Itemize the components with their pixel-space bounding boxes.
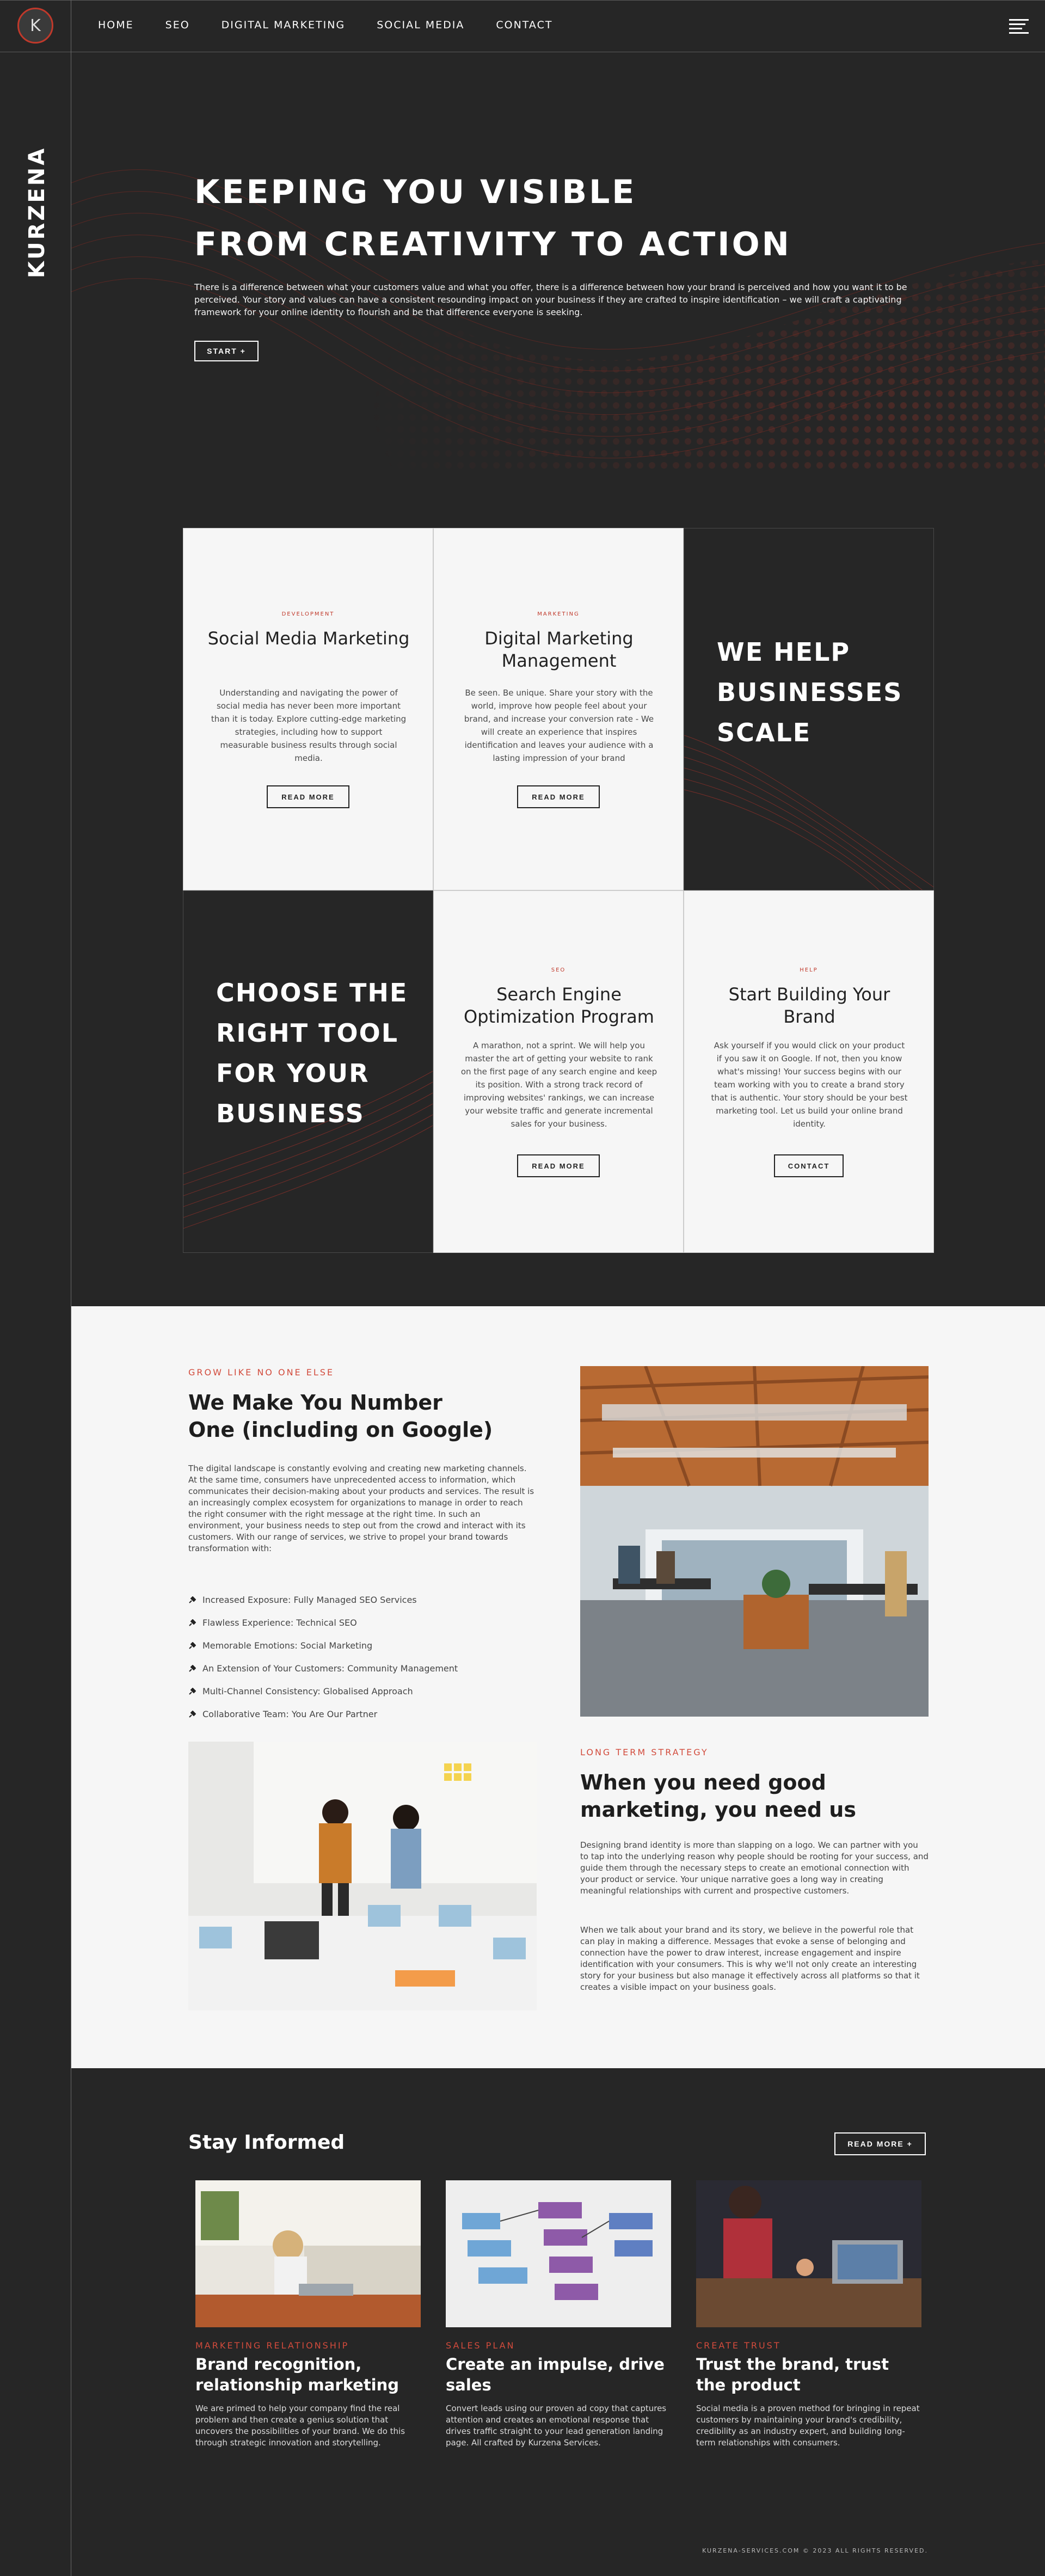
- pin-icon: [188, 1596, 196, 1603]
- post-thumbnail[interactable]: [195, 2180, 421, 2327]
- list-item: Memorable Emotions: Social Marketing: [188, 1634, 458, 1657]
- service-card-seo: SEO Search Engine Optimization Program A…: [433, 890, 684, 1253]
- list-item: Increased Exposure: Fully Managed SEO Se…: [188, 1588, 458, 1611]
- blog-post[interactable]: SALES PLAN Create an impulse, drive sale…: [446, 2180, 671, 2449]
- hero-title-line1: KEEPING YOU VISIBLE: [194, 173, 637, 211]
- office-photo: [580, 1366, 929, 1717]
- read-more-button[interactable]: READ MORE: [267, 785, 349, 808]
- nav-contact[interactable]: CONTACT: [496, 19, 552, 31]
- benefit-list: Increased Exposure: Fully Managed SEO Se…: [188, 1588, 458, 1725]
- list-item-text: Increased Exposure: Fully Managed SEO Se…: [202, 1594, 417, 1605]
- list-item: Collaborative Team: You Are Our Partner: [188, 1702, 458, 1725]
- hero-description: There is a difference between what your …: [194, 282, 907, 317]
- card-title: Digital Marketing Management: [484, 628, 634, 671]
- post-description: Social media is a proven method for brin…: [696, 2403, 920, 2448]
- list-item-text: Collaborative Team: You Are Our Partner: [202, 1708, 378, 1719]
- side-rail: K KURZENA: [0, 0, 71, 2576]
- card-we-help-scale: WE HELP BUSINESSES SCALE: [684, 528, 934, 890]
- list-item: Flawless Experience: Technical SEO: [188, 1611, 458, 1634]
- nav-social-media[interactable]: SOCIAL MEDIA: [377, 19, 464, 31]
- contact-button[interactable]: CONTACT: [774, 1154, 844, 1177]
- strategy-title: When you need good marketing, you need u…: [580, 1770, 856, 1822]
- strategy-paragraph-1: Designing brand identity is more than sl…: [580, 1840, 929, 1896]
- blog-post[interactable]: CREATE TRUST Trust the brand, trust the …: [696, 2180, 921, 2449]
- pin-icon: [188, 1641, 196, 1649]
- card-title: Social Media Marketing: [207, 628, 410, 649]
- hero-section: KEEPING YOU VISIBLE FROM CREATIVITY TO A…: [71, 52, 1045, 474]
- copyright-text: KURZENA-SERVICES.COM © 2023 ALL RIGHTS R…: [702, 2547, 928, 2554]
- post-title[interactable]: Trust the brand, trust the product: [696, 2354, 921, 2395]
- card-description: A marathon, not a sprint. We will help y…: [460, 1041, 657, 1129]
- read-more-posts-button[interactable]: READ MORE +: [834, 2132, 926, 2155]
- list-item-text: Multi-Channel Consistency: Globalised Ap…: [202, 1686, 413, 1696]
- list-item: An Extension of Your Customers: Communit…: [188, 1657, 458, 1680]
- post-thumbnail[interactable]: [696, 2180, 921, 2327]
- growth-section: GROW LIKE NO ONE ELSE We Make You Number…: [71, 1306, 1045, 2068]
- service-card-social-media: DEVELOPMENT Social Media Marketing Under…: [183, 528, 433, 890]
- hamburger-menu-icon[interactable]: [1009, 19, 1029, 34]
- card-description: Be seen. Be unique. Share your story wit…: [464, 688, 654, 763]
- read-more-button[interactable]: READ MORE: [517, 1154, 600, 1177]
- service-card-brand: HELP Start Building Your Brand Ask yours…: [684, 890, 934, 1253]
- read-more-button[interactable]: READ MORE: [517, 785, 600, 808]
- growth-title: We Make You Number One (including on Goo…: [188, 1391, 493, 1442]
- stay-informed-title: Stay Informed: [188, 2131, 345, 2154]
- whiteboard-photo: [188, 1742, 537, 2011]
- nav-digital-marketing[interactable]: DIGITAL MARKETING: [222, 19, 346, 31]
- pin-icon: [188, 1687, 196, 1695]
- card-tag: HELP: [800, 967, 818, 973]
- services-section: DEVELOPMENT Social Media Marketing Under…: [71, 474, 1045, 1306]
- scale-line1: WE HELP: [717, 637, 851, 667]
- choose-line3: FOR YOUR: [216, 1059, 370, 1088]
- blog-post[interactable]: MARKETING RELATIONSHIP Brand recognition…: [195, 2180, 421, 2449]
- post-category: SALES PLAN: [446, 2340, 515, 2351]
- post-title[interactable]: Brand recognition, relationship marketin…: [195, 2354, 421, 2395]
- post-description: We are primed to help your company find …: [195, 2403, 405, 2448]
- strategy-eyebrow: LONG TERM STRATEGY: [580, 1747, 709, 1757]
- strategy-paragraph-2: When we talk about your brand and its st…: [580, 1925, 920, 1992]
- card-description: Ask yourself if you would click on your …: [711, 1041, 908, 1129]
- brand-name-vertical: KURZENA: [21, 146, 53, 279]
- hero-title-line2: FROM CREATIVITY TO ACTION: [194, 225, 791, 263]
- post-title[interactable]: Create an impulse, drive sales: [446, 2354, 671, 2395]
- start-button[interactable]: START +: [194, 341, 259, 361]
- stay-informed-section: Stay Informed READ MORE + MARKETING RELA…: [71, 2068, 1045, 2576]
- card-title: Start Building Your Brand: [728, 984, 890, 1027]
- nav-seo[interactable]: SEO: [165, 19, 190, 31]
- card-tag: MARKETING: [537, 611, 580, 617]
- growth-eyebrow: GROW LIKE NO ONE ELSE: [188, 1367, 335, 1378]
- card-tag: SEO: [551, 967, 566, 973]
- scale-line3: SCALE: [717, 718, 812, 747]
- scale-line2: BUSINESSES: [717, 678, 903, 707]
- post-thumbnail[interactable]: [446, 2180, 671, 2327]
- choose-line2: RIGHT TOOL: [216, 1018, 399, 1048]
- top-navigation-bar: HOME SEO DIGITAL MARKETING SOCIAL MEDIA …: [0, 0, 1045, 52]
- pin-icon: [188, 1619, 196, 1626]
- growth-paragraph: The digital landscape is constantly evol…: [188, 1464, 534, 1553]
- choose-line4: BUSINESS: [216, 1099, 365, 1128]
- post-category: MARKETING RELATIONSHIP: [195, 2340, 349, 2351]
- nav-home[interactable]: HOME: [98, 19, 134, 31]
- main-nav: HOME SEO DIGITAL MARKETING SOCIAL MEDIA …: [98, 19, 552, 31]
- pin-icon: [188, 1710, 196, 1718]
- brand-name: KURZENA: [24, 146, 50, 279]
- choose-line1: CHOOSE THE: [216, 978, 408, 1007]
- card-choose-tool: CHOOSE THE RIGHT TOOL FOR YOUR BUSINESS: [183, 890, 433, 1253]
- service-card-digital-marketing: MARKETING Digital Marketing Management B…: [433, 528, 684, 890]
- logo-letter: K: [30, 16, 41, 35]
- card-description: Understanding and navigating the power o…: [211, 688, 407, 763]
- card-tag: DEVELOPMENT: [281, 611, 335, 617]
- logo[interactable]: K: [17, 8, 53, 44]
- list-item-text: Memorable Emotions: Social Marketing: [202, 1640, 373, 1651]
- post-category: CREATE TRUST: [696, 2340, 781, 2351]
- card-title: Search Engine Optimization Program: [464, 984, 654, 1027]
- pin-icon: [188, 1664, 196, 1672]
- list-item: Multi-Channel Consistency: Globalised Ap…: [188, 1680, 458, 1702]
- post-description: Convert leads using our proven ad copy t…: [446, 2403, 667, 2448]
- list-item-text: An Extension of Your Customers: Communit…: [202, 1663, 458, 1674]
- list-item-text: Flawless Experience: Technical SEO: [202, 1617, 357, 1628]
